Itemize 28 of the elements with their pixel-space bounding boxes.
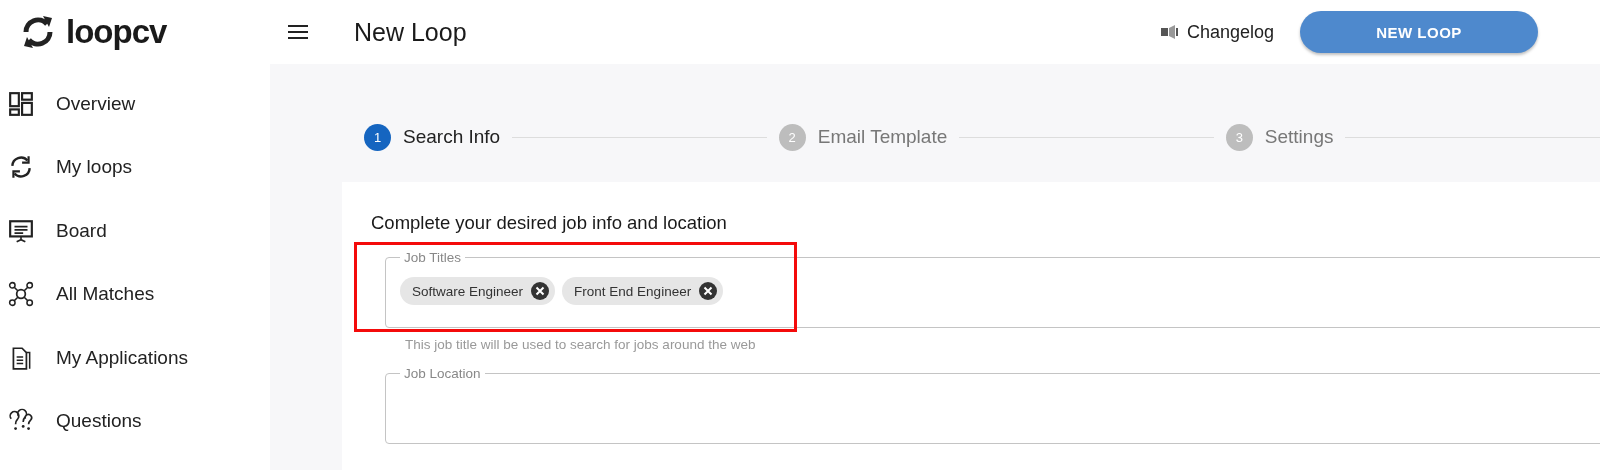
- sidebar-item[interactable]: Board: [0, 199, 270, 263]
- sidebar-item[interactable]: My Applications: [0, 326, 270, 390]
- new-loop-button[interactable]: NEW LOOP: [1300, 11, 1538, 53]
- sidebar-item[interactable]: All Matches: [0, 262, 270, 326]
- step-number[interactable]: 1: [364, 123, 391, 151]
- presentation-board-icon: [8, 217, 34, 244]
- section-heading: Complete your desired job info and location: [371, 212, 728, 234]
- step-label[interactable]: Settings: [1264, 126, 1334, 148]
- dashboard-icon: [8, 90, 34, 117]
- sidebar-item[interactable]: Overview: [0, 72, 270, 136]
- refresh-icon: [8, 154, 34, 181]
- sidebar-item[interactable]: My loops: [0, 135, 270, 199]
- page-title: New Loop: [354, 17, 467, 47]
- network-icon: [8, 281, 34, 308]
- chip[interactable]: Software Engineer: [400, 277, 556, 305]
- helper-text: This job title will be used to search for jobs around the web: [405, 337, 757, 352]
- remove-icon[interactable]: [699, 282, 718, 300]
- logo-text: loopcv: [66, 13, 167, 51]
- megaphone-icon: [1158, 23, 1181, 41]
- changelog-link[interactable]: Changelog: [1152, 20, 1280, 44]
- menu-icon[interactable]: [286, 22, 310, 42]
- step-label[interactable]: Search Info: [403, 126, 501, 148]
- remove-icon[interactable]: [531, 282, 550, 300]
- sidebar-item[interactable]: Questions: [0, 389, 270, 453]
- input-field[interactable]: Job Titles Software Engineer Front End Engineer: [385, 250, 1600, 328]
- input-field[interactable]: Job Location: [385, 366, 1600, 444]
- step-label[interactable]: Email Template: [817, 126, 948, 148]
- chip[interactable]: Front End Engineer: [562, 277, 724, 305]
